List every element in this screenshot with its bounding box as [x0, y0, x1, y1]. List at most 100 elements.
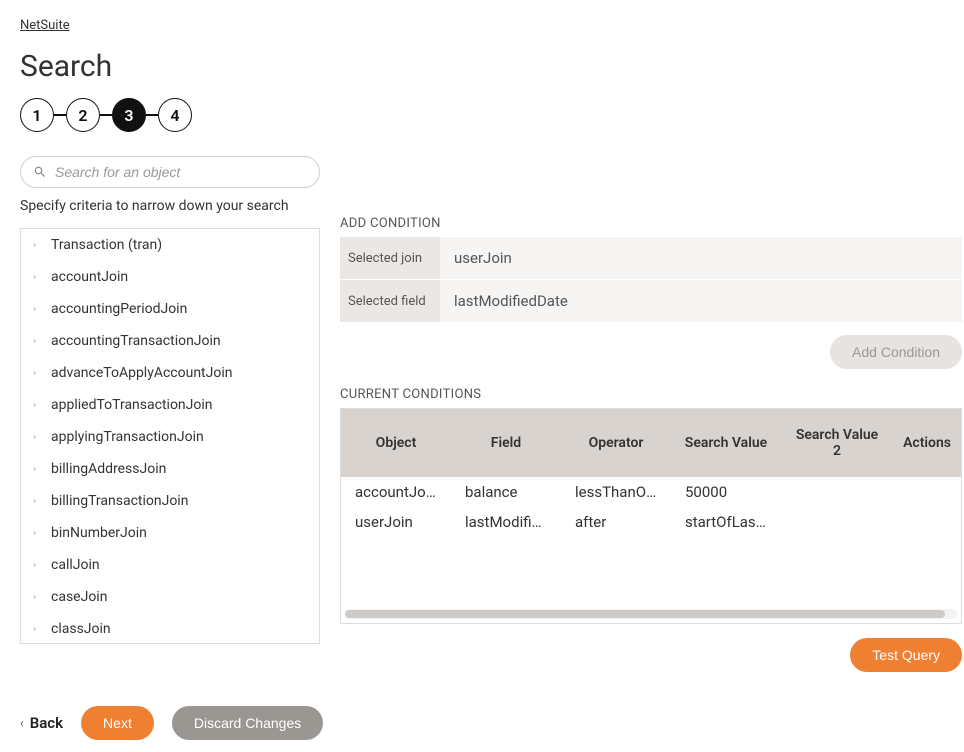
- tree-item-label: accountingPeriodJoin: [51, 301, 187, 317]
- selected-field-value[interactable]: lastModifiedDate: [440, 280, 962, 322]
- tree-item[interactable]: › classJoin: [21, 613, 319, 644]
- page-title: Search: [0, 41, 964, 98]
- table-cell: 50000: [671, 477, 781, 507]
- tree-item-label: binNumberJoin: [51, 525, 147, 541]
- chevron-right-icon: ›: [33, 240, 41, 251]
- table-header: Actions: [893, 409, 961, 477]
- selected-join-value[interactable]: userJoin: [440, 237, 962, 279]
- step-4[interactable]: 4: [158, 98, 192, 132]
- current-conditions-label: CURRENT CONDITIONS: [340, 387, 962, 402]
- tree-item[interactable]: › billingTransactionJoin: [21, 485, 319, 517]
- tree-item[interactable]: › appliedToTransactionJoin: [21, 389, 319, 421]
- object-search[interactable]: [20, 156, 320, 188]
- table-header: Field: [451, 409, 561, 477]
- chevron-right-icon: ›: [33, 560, 41, 571]
- table-empty-space: [341, 537, 961, 609]
- chevron-left-icon: ‹: [20, 716, 24, 730]
- conditions-table: ObjectFieldOperatorSearch ValueSearch Va…: [341, 409, 961, 537]
- step-2[interactable]: 2: [66, 98, 100, 132]
- selected-join-row: Selected join userJoin: [340, 237, 962, 279]
- chevron-right-icon: ›: [33, 432, 41, 443]
- chevron-right-icon: ›: [33, 624, 41, 635]
- table-header: Search Value 2: [781, 409, 893, 477]
- back-button[interactable]: ‹ Back: [20, 714, 63, 732]
- table-row[interactable]: userJoinlastModifie…afterstartOfLast…: [341, 507, 961, 537]
- tree-item-label: callJoin: [51, 557, 100, 573]
- table-cell: userJoin: [341, 507, 451, 537]
- test-query-button[interactable]: Test Query: [850, 638, 962, 672]
- chevron-right-icon: ›: [33, 336, 41, 347]
- table-cell: after: [561, 507, 671, 537]
- table-cell: lessThanOr…: [561, 477, 671, 507]
- next-button[interactable]: Next: [81, 706, 154, 740]
- selected-join-label: Selected join: [340, 237, 440, 279]
- tree-item[interactable]: › accountJoin: [21, 261, 319, 293]
- step-1[interactable]: 1: [20, 98, 54, 132]
- left-panel: Specify criteria to narrow down your sea…: [20, 156, 320, 672]
- tree-item-label: appliedToTransactionJoin: [51, 397, 213, 413]
- step-3[interactable]: 3: [112, 98, 146, 132]
- tree-item[interactable]: › accountingPeriodJoin: [21, 293, 319, 325]
- tree-item[interactable]: › caseJoin: [21, 581, 319, 613]
- right-panel: ADD CONDITION Selected join userJoin Sel…: [320, 156, 962, 672]
- chevron-right-icon: ›: [33, 592, 41, 603]
- breadcrumb: NetSuite: [0, 0, 964, 41]
- horizontal-scrollbar-thumb[interactable]: [345, 610, 945, 618]
- breadcrumb-link[interactable]: NetSuite: [20, 18, 70, 33]
- table-cell: [781, 507, 893, 537]
- tree-item[interactable]: › binNumberJoin: [21, 517, 319, 549]
- horizontal-scrollbar[interactable]: [345, 609, 957, 619]
- stepper: 1 2 3 4: [0, 98, 964, 156]
- chevron-right-icon: ›: [33, 528, 41, 539]
- add-condition-button[interactable]: Add Condition: [830, 335, 962, 369]
- criteria-subtext: Specify criteria to narrow down your sea…: [20, 198, 320, 214]
- chevron-right-icon: ›: [33, 464, 41, 475]
- tree-item-label: billingTransactionJoin: [51, 493, 188, 509]
- step-line: [54, 114, 66, 116]
- table-cell: [893, 477, 961, 507]
- object-tree[interactable]: › Transaction (tran) › accountJoin › accounti…: [20, 228, 320, 644]
- add-condition-form: Selected join userJoin Selected field la…: [340, 237, 962, 323]
- table-cell: balance: [451, 477, 561, 507]
- search-input[interactable]: [55, 164, 307, 180]
- add-condition-label: ADD CONDITION: [340, 216, 962, 231]
- chevron-right-icon: ›: [33, 496, 41, 507]
- footer-bar: ‹ Back Next Discard Changes: [20, 706, 323, 740]
- tree-item-label: Transaction (tran): [51, 237, 162, 253]
- tree-item[interactable]: › accountingTransactionJoin: [21, 325, 319, 357]
- table-header: Operator: [561, 409, 671, 477]
- tree-item-label: caseJoin: [51, 589, 107, 605]
- tree-item-label: classJoin: [51, 621, 111, 637]
- tree-item-label: applyingTransactionJoin: [51, 429, 204, 445]
- table-header: Object: [341, 409, 451, 477]
- table-row[interactable]: accountJoinbalancelessThanOr…50000: [341, 477, 961, 507]
- tree-item[interactable]: › callJoin: [21, 549, 319, 581]
- tree-item-label: billingAddressJoin: [51, 461, 166, 477]
- conditions-table-wrap: ObjectFieldOperatorSearch ValueSearch Va…: [340, 408, 962, 624]
- search-icon: [33, 165, 47, 179]
- selected-field-label: Selected field: [340, 280, 440, 322]
- tree-item[interactable]: › Transaction (tran): [21, 229, 319, 261]
- conditions-header-row: ObjectFieldOperatorSearch ValueSearch Va…: [341, 409, 961, 477]
- discard-changes-button[interactable]: Discard Changes: [172, 706, 323, 740]
- conditions-body: accountJoinbalancelessThanOr…50000userJo…: [341, 477, 961, 537]
- tree-item[interactable]: › applyingTransactionJoin: [21, 421, 319, 453]
- table-cell: lastModifie…: [451, 507, 561, 537]
- chevron-right-icon: ›: [33, 272, 41, 283]
- table-header: Search Value: [671, 409, 781, 477]
- chevron-right-icon: ›: [33, 304, 41, 315]
- chevron-right-icon: ›: [33, 400, 41, 411]
- table-cell: accountJoin: [341, 477, 451, 507]
- table-cell: [893, 507, 961, 537]
- table-cell: [781, 477, 893, 507]
- step-line: [100, 114, 112, 116]
- table-cell: startOfLast…: [671, 507, 781, 537]
- tree-item-label: advanceToApplyAccountJoin: [51, 365, 232, 381]
- tree-item[interactable]: › billingAddressJoin: [21, 453, 319, 485]
- tree-item[interactable]: › advanceToApplyAccountJoin: [21, 357, 319, 389]
- tree-item-label: accountingTransactionJoin: [51, 333, 221, 349]
- tree-item-label: accountJoin: [51, 269, 128, 285]
- step-line: [146, 114, 158, 116]
- chevron-right-icon: ›: [33, 368, 41, 379]
- back-label: Back: [30, 714, 63, 732]
